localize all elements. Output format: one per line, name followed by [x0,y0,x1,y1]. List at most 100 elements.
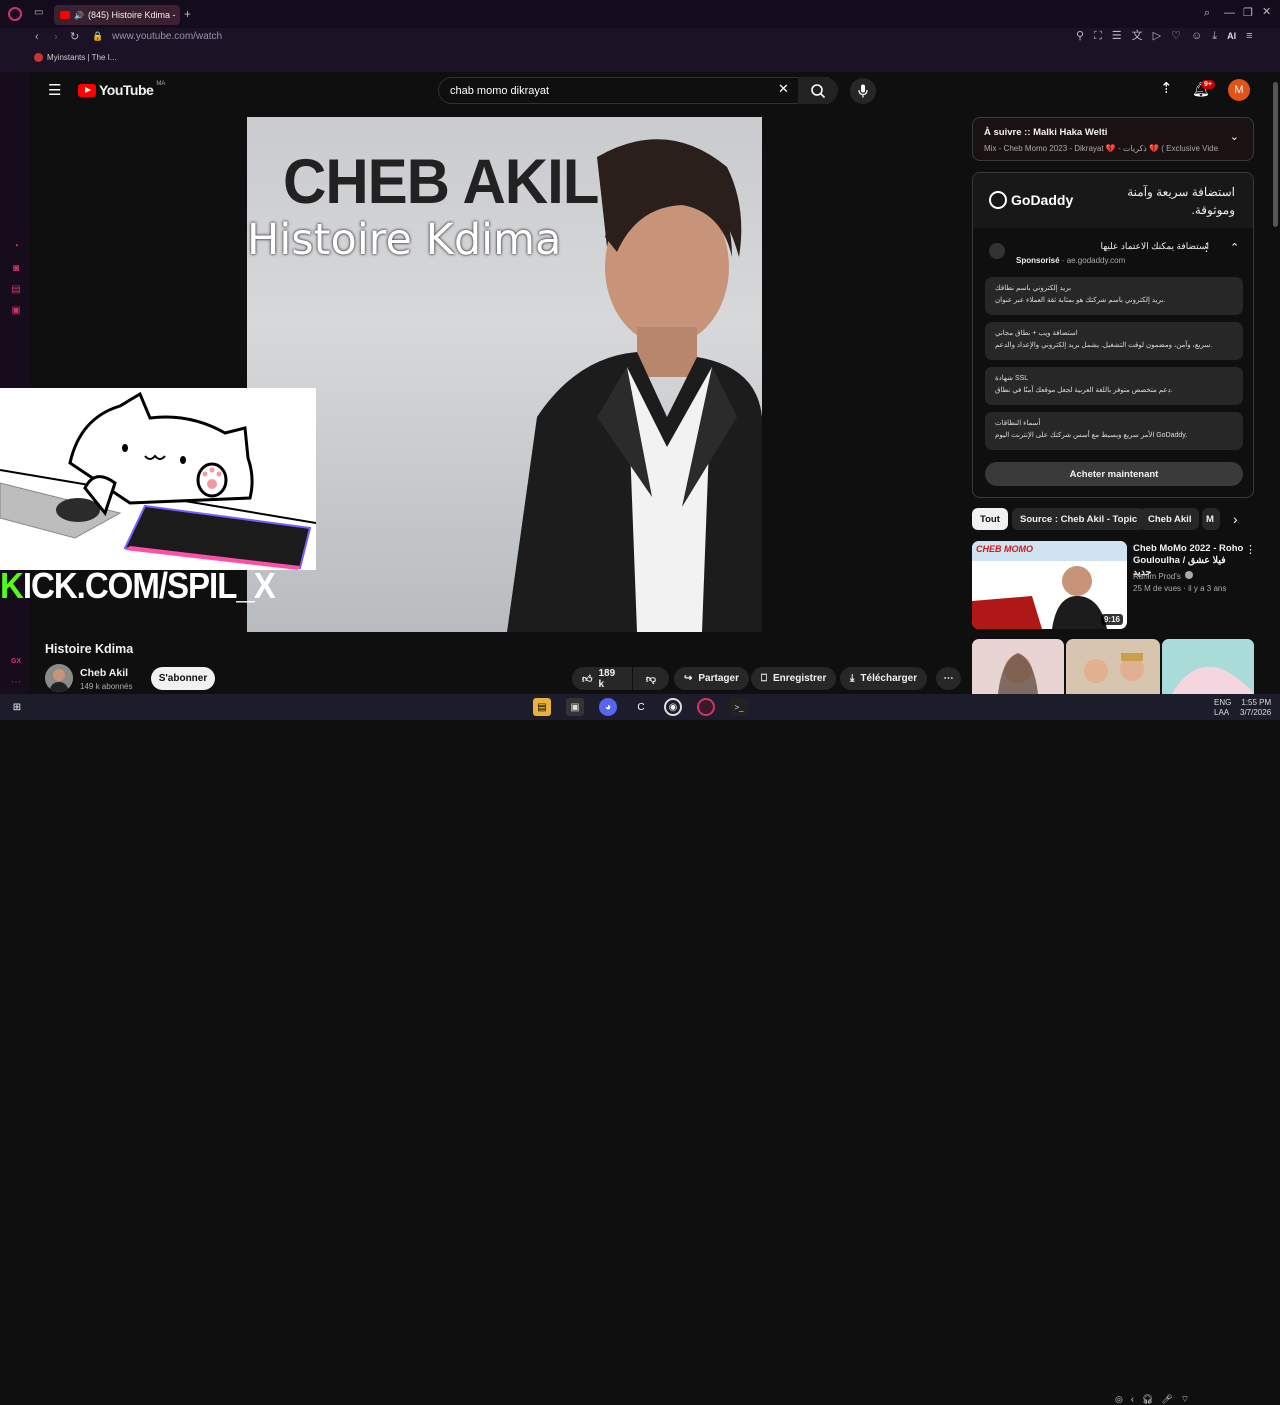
ad-sitelink[interactable]: أسماء النطاقات الأمر سريع وبسيط مع أسس ش… [985,412,1243,450]
save-button[interactable]: ⎕ Enregistrer [751,667,837,690]
gx-icon[interactable]: GX [10,655,22,667]
opera-logo-icon[interactable] [8,7,22,21]
forward-icon[interactable]: › [54,32,58,43]
video-thumbnail[interactable] [1162,639,1254,694]
bongo-cat-illustration [0,391,316,570]
pin-icon[interactable]: ⚲ [1076,31,1084,42]
recommended-more-icon[interactable]: ⋮ [1245,545,1256,556]
language-indicator[interactable]: ENG LAA [1214,698,1231,718]
tray-arrow-icon[interactable]: ‹ [1131,1394,1134,1405]
myinstants-favicon-icon [34,53,43,62]
chevron-up-icon[interactable]: ⌃ [1230,243,1239,254]
new-tab-icon[interactable]: + [184,8,191,20]
more-sidebar-icon[interactable]: ⋯ [10,676,22,688]
hamburger-icon[interactable]: ☰ [48,83,61,98]
youtube-logo[interactable]: YouTube MA [78,81,165,98]
recommended-meta: 25 M de vues · il y a 3 ans [1133,584,1227,593]
url-field[interactable]: www.youtube.com/watch [112,31,222,42]
search-input[interactable]: chab momo dikrayat [438,77,829,104]
video-thumbnail[interactable] [1066,639,1160,694]
microphone-tray-icon[interactable]: 🎤︎ [1161,1394,1172,1405]
heart-icon[interactable]: ♡ [1171,31,1181,42]
ad-sitelink[interactable]: استضافة ويب + نطاق مجاني سريع، وآمن، ومض… [985,322,1243,360]
channel-avatar-image [45,664,73,692]
ai-button[interactable]: AI [1227,32,1236,41]
buy-now-button[interactable]: Acheter maintenant [985,462,1243,486]
download-button[interactable]: ⤓ Télécharger [840,667,928,690]
terminal-icon[interactable]: ▣ [566,698,584,716]
youtube-wordmark: YouTube [99,82,154,98]
aria-icon[interactable]: ◔ [10,240,22,252]
ad-sitelink[interactable]: شهادة SSL دعم متخصص متوفر باللغة العربية… [985,367,1243,405]
chip-source[interactable]: Source : Cheb Akil - Topic [1012,508,1146,530]
search-button[interactable] [798,77,838,104]
chip-cheb-akil[interactable]: Cheb Akil [1140,508,1200,530]
more-horizontal-icon: ⋯ [943,673,954,684]
more-actions-button[interactable]: ⋯ [936,667,961,690]
up-next-panel[interactable]: À suivre :: Malki Haka Welti Mix - Cheb … [972,117,1254,161]
menu-icon[interactable]: ≡ [1246,31,1252,42]
wifi-icon[interactable]: ⌔ [1181,1394,1189,1405]
headset-icon[interactable]: 🎧︎ [1142,1394,1153,1405]
discord-icon[interactable]: ◙ [10,262,22,274]
terminal-app-icon[interactable]: >_ [730,698,748,716]
file-explorer-icon[interactable]: ▤ [533,698,551,716]
messenger-icon[interactable]: ▣ [10,304,22,316]
ad-sitelink-title: استضافة ويب + نطاق مجاني [995,330,1078,337]
ad-banner[interactable]: GoDaddy استضافة سريعة وآمنة وموثوقة. [973,173,1253,228]
ad-more-icon[interactable]: ⋮ [1201,243,1212,254]
ad-sitelink[interactable]: بريد إلكتروني باسم نطاقك بريد إلكتروني ب… [985,277,1243,315]
microphone-icon [858,84,868,98]
twitch-icon[interactable]: ▤ [10,283,22,295]
channel-name[interactable]: Cheb Akil [80,667,128,679]
ad-sitelink-title: أسماء النطاقات [995,420,1041,427]
video-thumbnail[interactable] [972,639,1064,694]
opera-gx-taskbar-icon[interactable] [697,698,715,716]
discord-taskbar-icon[interactable]: ◕ [599,698,617,716]
clear-search-icon[interactable]: ✕ [778,82,789,95]
player-icon[interactable]: ▷ [1153,31,1161,42]
download-icon[interactable]: ⤓ [1212,31,1217,42]
maximize-icon[interactable]: ❐ [1243,8,1253,19]
lucid-icon[interactable]: ☰ [1112,31,1122,42]
search-tabs-icon[interactable]: ⌕ [1204,8,1210,19]
ad-sponsored-line: Sponsorisé · ae.godaddy.com [1016,256,1126,265]
subscribe-button[interactable]: S'abonner [151,667,215,690]
like-button[interactable]: 👍︎ 189 k [572,667,632,690]
chip-all[interactable]: Tout [972,508,1008,530]
upload-icon[interactable]: ⇡ [1160,81,1173,96]
video-player[interactable]: CHEB AKIL Histoire Kdima [247,117,762,632]
share-button[interactable]: ↪ Partager [674,667,749,690]
system-tray: ◎ ‹ 🎧︎ 🎤︎ ⌔ [1115,1394,1189,1405]
minimize-icon[interactable]: — [1224,8,1235,19]
tab-active[interactable]: 🔊 (845) Histoire Kdima - [54,5,180,25]
clock[interactable]: 1:55 PM 3/7/2026 [1240,698,1271,718]
snapshot-icon[interactable]: ⛶ [1094,31,1102,42]
dislike-button[interactable]: 👎︎ [633,667,669,690]
account-avatar[interactable]: M [1228,79,1250,101]
chevron-right-icon[interactable]: › [1233,512,1238,526]
translate-icon[interactable]: 文 [1132,31,1143,42]
search-icon [811,83,826,98]
video-thumbnail[interactable]: CHEB MOMO 9:16 [972,541,1127,629]
scrollbar-thumb[interactable] [1273,82,1278,227]
youtube-play-icon [78,83,96,97]
app-c-icon[interactable]: C [632,698,650,716]
ad-sitelink-desc: بريد إلكتروني باسم شركتك هو بمثابة ثقة ا… [995,297,1166,304]
bookmark-item[interactable]: Myinstants | The I... [34,53,117,62]
obs-icon[interactable]: ◉ [664,698,682,716]
voice-search-button[interactable] [850,78,876,104]
tab-switcher-icon[interactable]: ▭ [34,8,43,18]
recommended-video[interactable]: CHEB MOMO 9:16 Cheb MoMo 2022 - Roho Gou… [972,541,1256,631]
up-next-subtitle: Mix - Cheb Momo 2023 - Dikrayat 💔 - ذكري… [984,144,1219,153]
profile-icon[interactable]: ☺ [1191,31,1202,42]
notification-count-badge: 9+ [1201,80,1215,89]
close-window-icon[interactable]: ✕ [1262,7,1271,18]
reload-icon[interactable]: ↻ [70,32,79,43]
chip-more[interactable]: M [1202,508,1220,530]
tray-app-icon[interactable]: ◎ [1115,1394,1123,1405]
start-menu-icon[interactable]: ⊞ [8,698,26,716]
back-icon[interactable]: ‹ [35,32,39,43]
chevron-down-icon[interactable]: ⌄ [1230,132,1239,143]
channel-avatar[interactable] [45,664,73,692]
